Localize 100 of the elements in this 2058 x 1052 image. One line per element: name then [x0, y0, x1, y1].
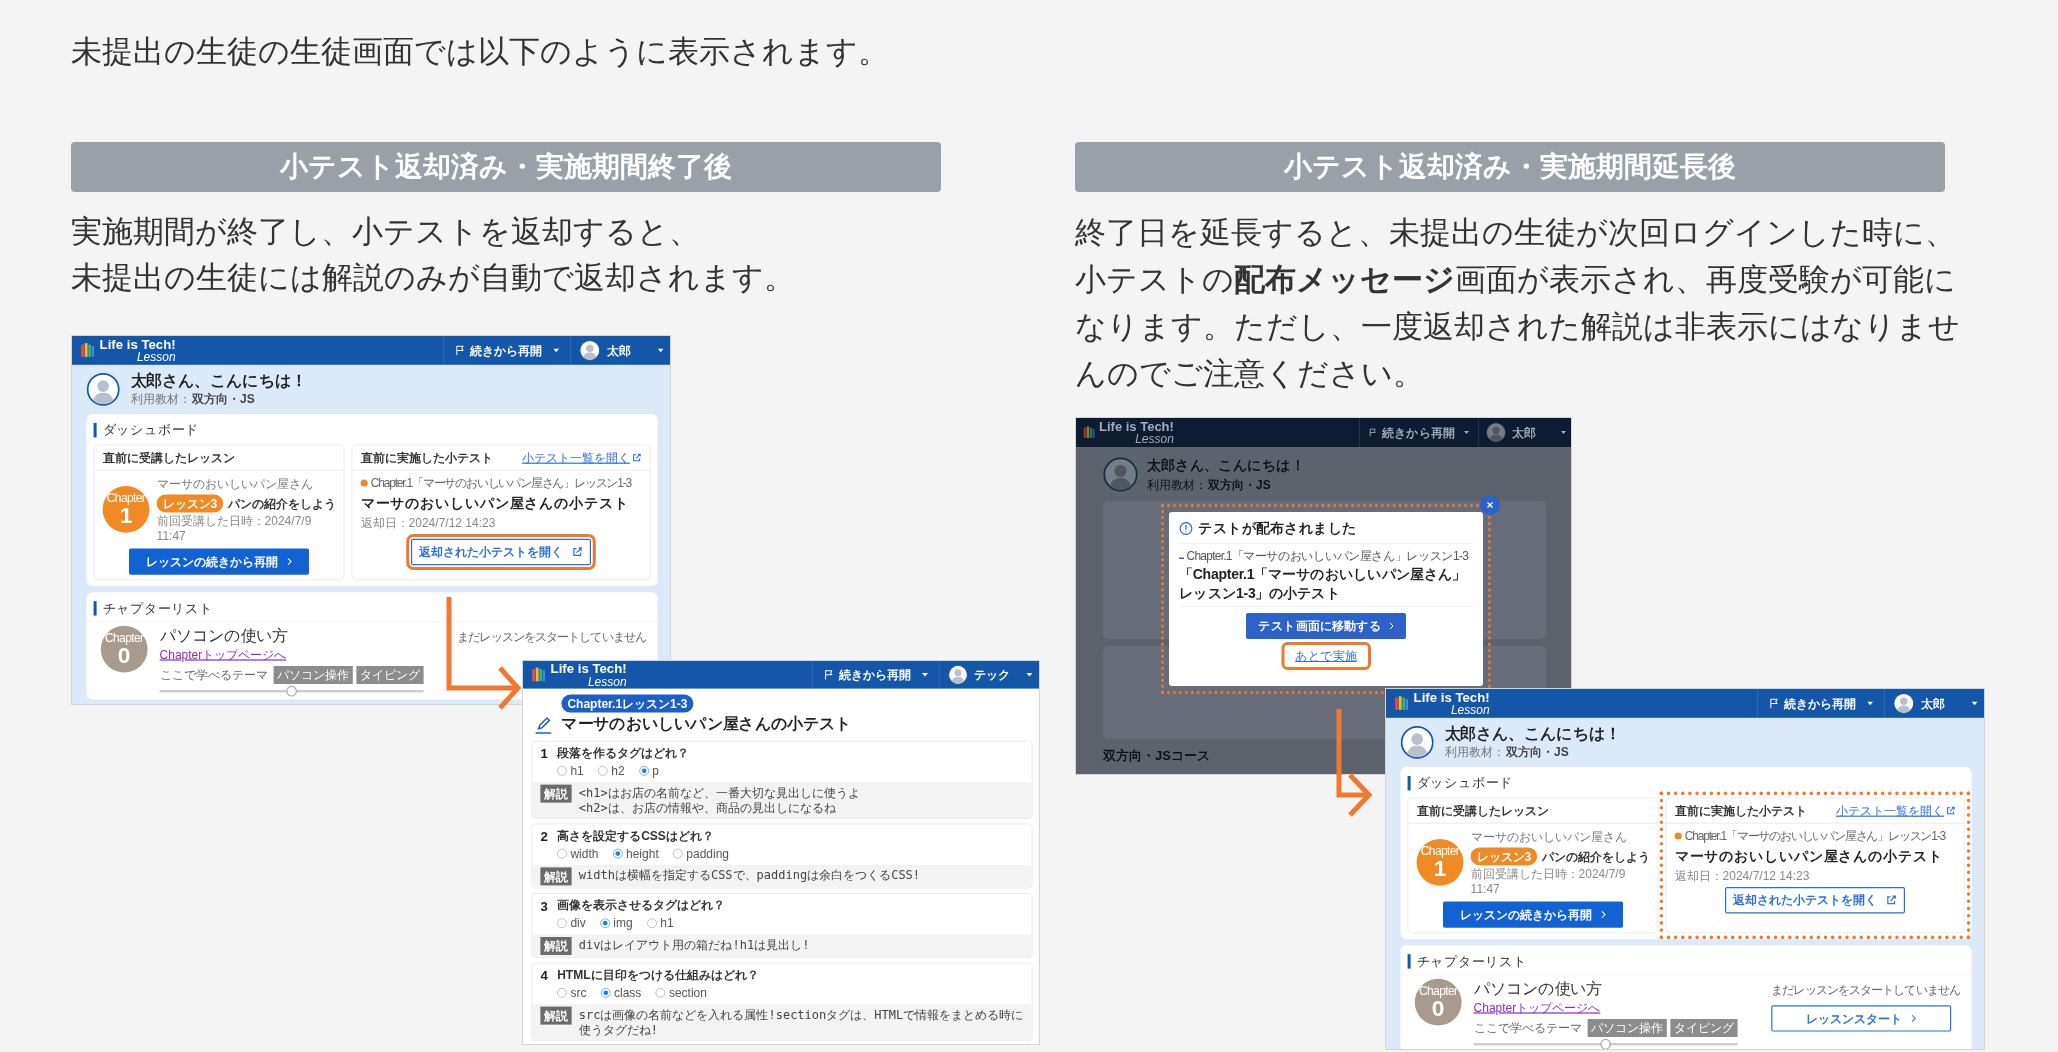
- close-button[interactable]: [1480, 495, 1500, 515]
- question-number: 3: [540, 897, 549, 916]
- lesson-badge: レッスン3: [1470, 847, 1538, 866]
- chapter-top-link[interactable]: Chapterトップページへ: [159, 645, 287, 664]
- logo-subtext: Lesson: [1135, 433, 1174, 445]
- chapter-label: Chapter: [104, 631, 144, 644]
- option-label: img: [613, 915, 633, 932]
- open-returned-quiz-button[interactable]: 返却された小テストを開く: [411, 538, 591, 566]
- option-label: p: [652, 763, 659, 780]
- theme-tag: パソコン操作: [1587, 1019, 1667, 1037]
- avatar: [579, 339, 601, 362]
- chapter-number: 1: [119, 504, 133, 527]
- themes-label: ここで学べるテーマ: [1473, 1020, 1582, 1037]
- quiz-title: マーサのおいしいパン屋さんの小テスト: [360, 493, 630, 513]
- user-menu[interactable]: テック: [938, 661, 1039, 689]
- lesson-badge: レッスン3: [156, 494, 224, 513]
- material-name: 双方向・JS: [1506, 744, 1569, 761]
- title-accent-bar: [93, 422, 97, 438]
- material-name: 双方向・JS: [1208, 477, 1271, 494]
- radio-button[interactable]: [600, 918, 610, 928]
- material-name: 双方向・JS: [192, 391, 255, 408]
- user-menu[interactable]: 太郎: [1478, 418, 1571, 447]
- greeting-text: 太郎さん、こんにちは！: [1444, 723, 1621, 743]
- chapter-number: 0: [117, 643, 131, 667]
- section-title: ダッシュボード: [102, 421, 199, 440]
- user-menu[interactable]: 太郎: [570, 336, 670, 365]
- question-text: 高さを設定するCSSはどれ？: [557, 828, 715, 845]
- lesson-start-button[interactable]: レッスンスタート: [1771, 1005, 1952, 1032]
- chapter-number: 1: [1433, 857, 1447, 880]
- lesson-status: まだレッスンをスタートしていません: [457, 629, 646, 646]
- chapter-label: Chapter: [1418, 984, 1458, 997]
- themes-label: ここで学べるテーマ: [159, 667, 268, 684]
- explanation-badge: 解説: [540, 867, 572, 886]
- returned-date: 返却日：2024/7/12 14:23: [360, 515, 497, 532]
- lesson-title: パンの紹介をしよう: [228, 495, 337, 513]
- title-accent-bar: [1407, 953, 1411, 969]
- resume-dropdown[interactable]: 続きから再開: [1359, 418, 1478, 447]
- logo-text: Life is Tech!: [1099, 420, 1174, 433]
- explanation-badge: 解説: [540, 937, 572, 955]
- option-label: h1: [660, 915, 674, 932]
- explanation-text: divはレイアウト用の箱だね!h1は見出し!: [578, 937, 810, 953]
- caret-icon: [1561, 431, 1566, 434]
- quiz-list-link[interactable]: 小テスト一覧を開く: [522, 448, 642, 467]
- card-title: 直前に実施した小テスト: [1674, 802, 1807, 820]
- question-text: 画像を表示させるタグはどれ？: [557, 897, 726, 914]
- resume-dropdown[interactable]: 続きから再開: [812, 661, 939, 689]
- returned-date: 返却日：2024/7/12 14:23: [1674, 868, 1811, 885]
- explanation-text: widthは横幅を指定するCSSで、paddingは余白をつくるCSS!: [578, 867, 921, 883]
- logo-subtext: Lesson: [1450, 704, 1490, 716]
- explanation-text: <h2>は、お店の情報や、商品の見出しになるね: [578, 800, 837, 816]
- question-number: 4: [540, 967, 549, 986]
- resume-dropdown[interactable]: 続きから再開: [1757, 689, 1884, 718]
- caret-icon: [553, 348, 560, 353]
- question-number: 1: [540, 745, 549, 764]
- chapter-name: パソコンの使い方: [1473, 978, 1603, 999]
- logo-icon: [1394, 695, 1409, 712]
- resume-lesson-button[interactable]: レッスンの続きから再開: [129, 548, 309, 575]
- theme-tag: タイピング: [356, 666, 424, 684]
- intro-text: 未提出の生徒の生徒画面では以下のように表示されます。: [71, 33, 890, 71]
- option-label: height: [626, 846, 659, 863]
- caret-icon: [922, 673, 928, 677]
- chapter-line: Chapter.1「マーサのおいしいパン屋さん」レッスン1-3: [1684, 828, 1945, 845]
- theme-tag: パソコン操作: [273, 666, 353, 684]
- resume-lesson-button[interactable]: レッスンの続きから再開: [1443, 901, 1623, 928]
- explanation-text: <h1>はお店の名前など、一番大切な見出しに使うよ: [578, 784, 860, 801]
- option-label: width: [570, 846, 599, 863]
- open-returned-quiz-button[interactable]: 返却された小テストを開く: [1725, 887, 1905, 914]
- chapter-top-link[interactable]: Chapterトップページへ: [1473, 998, 1601, 1017]
- quiz-title: マーサのおいしいパン屋さんの小テスト: [1674, 846, 1944, 866]
- option-label: src: [570, 985, 587, 1002]
- section-title: チャプターリスト: [102, 599, 213, 618]
- do-later-link[interactable]: あとで実施: [1295, 648, 1357, 663]
- section-heading: 小テスト返却済み・実施期間延長後: [1075, 142, 1945, 192]
- last-viewed-date: 前回受講した日時：2024/7/9 11:47: [156, 513, 313, 544]
- option-label: section: [668, 985, 707, 1002]
- avatar: [1485, 422, 1507, 443]
- quiz-list-link[interactable]: 小テスト一覧を開く: [1836, 801, 1956, 820]
- last-viewed-date: 前回受講した日時：2024/7/9 11:47: [1470, 866, 1627, 897]
- option-label: div: [570, 915, 586, 932]
- explanation-badge: 解説: [540, 784, 572, 803]
- dialog-title: テストが配布されました: [1198, 519, 1357, 538]
- greeting-text: 太郎さん、こんにちは！: [1147, 456, 1305, 475]
- material-label: 利用教材：: [1147, 477, 1207, 494]
- avatar: [1103, 457, 1138, 492]
- question-text: 段落を作るタグはどれ？: [557, 745, 690, 762]
- caret-icon: [1464, 431, 1469, 434]
- logo-icon: [80, 342, 95, 359]
- user-menu[interactable]: 太郎: [1884, 689, 1984, 718]
- chapter-badge: Chapter.1レッスン1-3: [561, 694, 694, 713]
- logo-text: Life is Tech!: [1413, 690, 1490, 704]
- description-text: 未提出の生徒には解説のみが自動で返却されます。: [71, 259, 796, 297]
- chapter-line: Chapter.1「マーサのおいしいパン屋さん」レッスン1-3: [370, 475, 631, 492]
- description-text: 実施期間が終了し、小テストを返却すると、: [71, 213, 701, 251]
- caret-icon: [1971, 701, 1978, 706]
- avatar: [86, 372, 120, 407]
- logo-icon: [1083, 425, 1095, 440]
- resume-dropdown[interactable]: 続きから再開: [443, 336, 570, 365]
- option-label: h2: [611, 763, 625, 780]
- material-label: 利用教材：: [130, 391, 191, 408]
- go-to-test-button[interactable]: テスト画面に移動する: [1246, 612, 1406, 639]
